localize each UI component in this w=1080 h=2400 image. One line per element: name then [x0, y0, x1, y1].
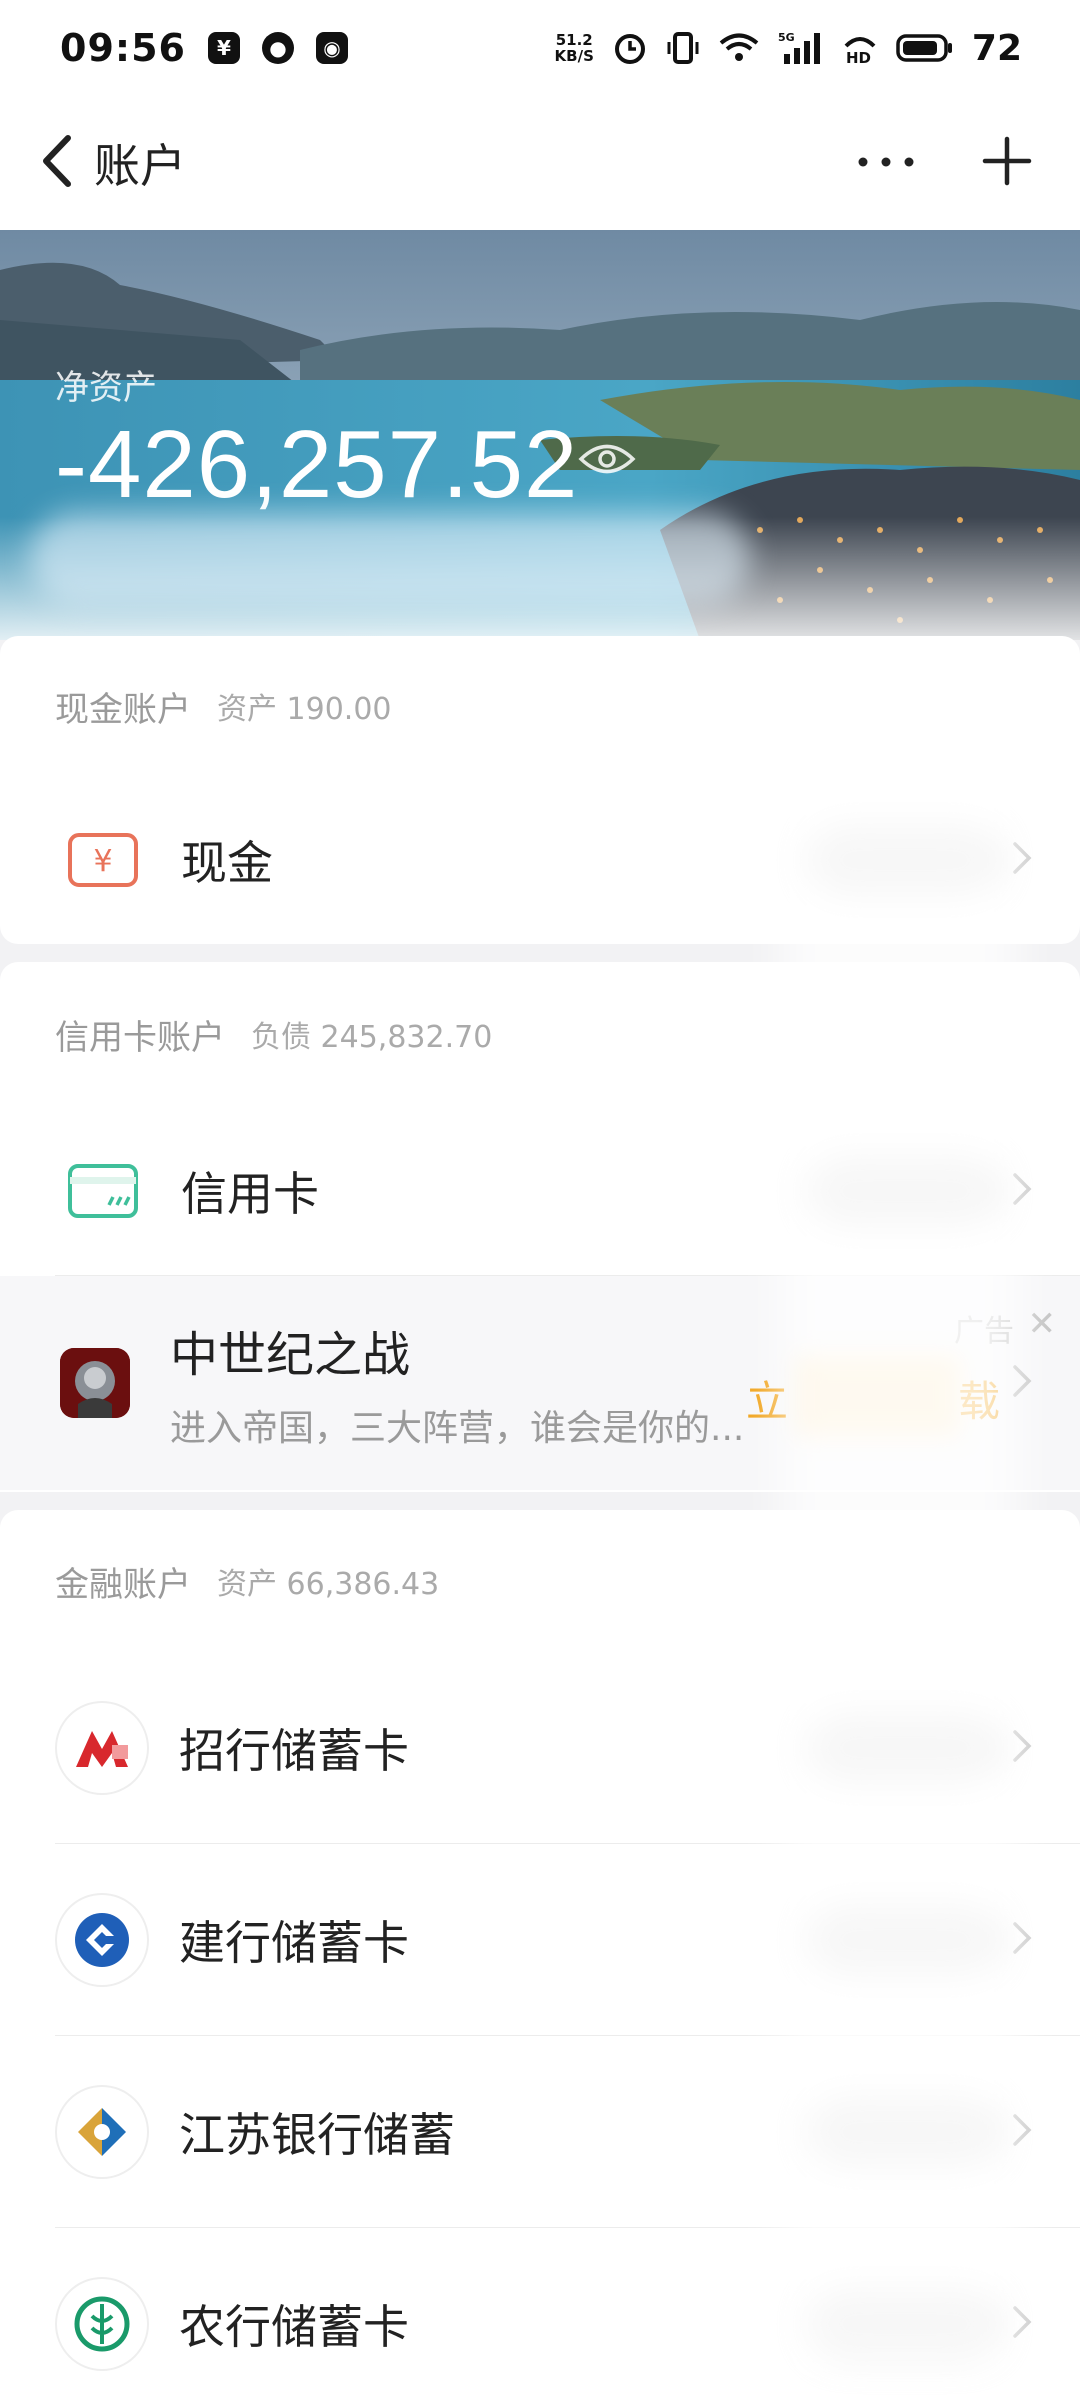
account-name: 农行储蓄卡	[179, 2300, 409, 2354]
wifi-icon	[718, 31, 760, 65]
section-amount: 负债 245,832.70	[251, 1020, 493, 1055]
account-name: 江苏银行储蓄	[179, 2108, 455, 2162]
ccb-bank-logo-icon	[55, 1893, 149, 1987]
svg-text:HD: HD	[846, 49, 871, 66]
more-icon[interactable]	[856, 154, 916, 173]
account-name: 现金	[181, 836, 273, 890]
section-title: 金融账户	[55, 1564, 191, 1605]
redacted-area	[30, 512, 750, 604]
net-assets-banner: 净资产 -426,257.52	[0, 230, 1080, 640]
battery-level: 72	[971, 27, 1022, 69]
game-app-icon	[60, 1348, 130, 1418]
net-speed: 51.2 KB/S	[554, 31, 594, 65]
net-assets-value: -426,257.52	[55, 411, 579, 518]
ad-title: 中世纪之战	[170, 1327, 411, 1383]
back-icon[interactable]	[38, 134, 76, 192]
jsb-bank-logo-icon	[55, 2085, 149, 2179]
signal-5g-icon: 5G	[778, 30, 824, 66]
section-title: 信用卡账户	[55, 1017, 225, 1058]
vibrate-icon	[666, 30, 700, 66]
alarm-app-icon: ◉	[315, 32, 348, 64]
account-name: 招行储蓄卡	[179, 1724, 409, 1778]
close-icon[interactable]: ✕	[1028, 1304, 1057, 1344]
hd-call-icon: HD	[842, 30, 878, 66]
ad-description: 进入帝国，三大阵营，谁会是你的...	[170, 1408, 745, 1449]
svg-text:¥: ¥	[93, 844, 112, 879]
account-name: 建行储蓄卡	[179, 1916, 409, 1970]
alarm-icon	[612, 30, 648, 66]
cash-icon: ¥	[55, 812, 151, 908]
section-title: 现金账户	[55, 689, 191, 730]
section-amount: 资产 190.00	[217, 692, 392, 727]
redacted-overlay	[780, 750, 1020, 2390]
top-nav: 账户	[0, 96, 1080, 230]
credit-card-icon	[55, 1143, 151, 1239]
page-title: 账户	[94, 139, 186, 193]
add-icon[interactable]	[982, 136, 1032, 190]
cmb-bank-logo-icon	[55, 1701, 149, 1795]
svg-text:5G: 5G	[778, 31, 795, 44]
battery-icon	[896, 32, 954, 64]
app-notification-icon: ●	[261, 32, 294, 64]
abc-bank-logo-icon	[55, 2277, 149, 2371]
clock: 09:56	[60, 26, 186, 70]
shield-app-icon: ¥	[207, 32, 240, 64]
account-name: 信用卡	[181, 1167, 319, 1221]
section-amount: 资产 66,386.43	[217, 1567, 440, 1602]
status-bar: 09:56 ¥ ● ◉ 51.2 KB/S 5G HD 72	[0, 0, 1080, 96]
net-assets-label: 净资产	[55, 368, 157, 408]
